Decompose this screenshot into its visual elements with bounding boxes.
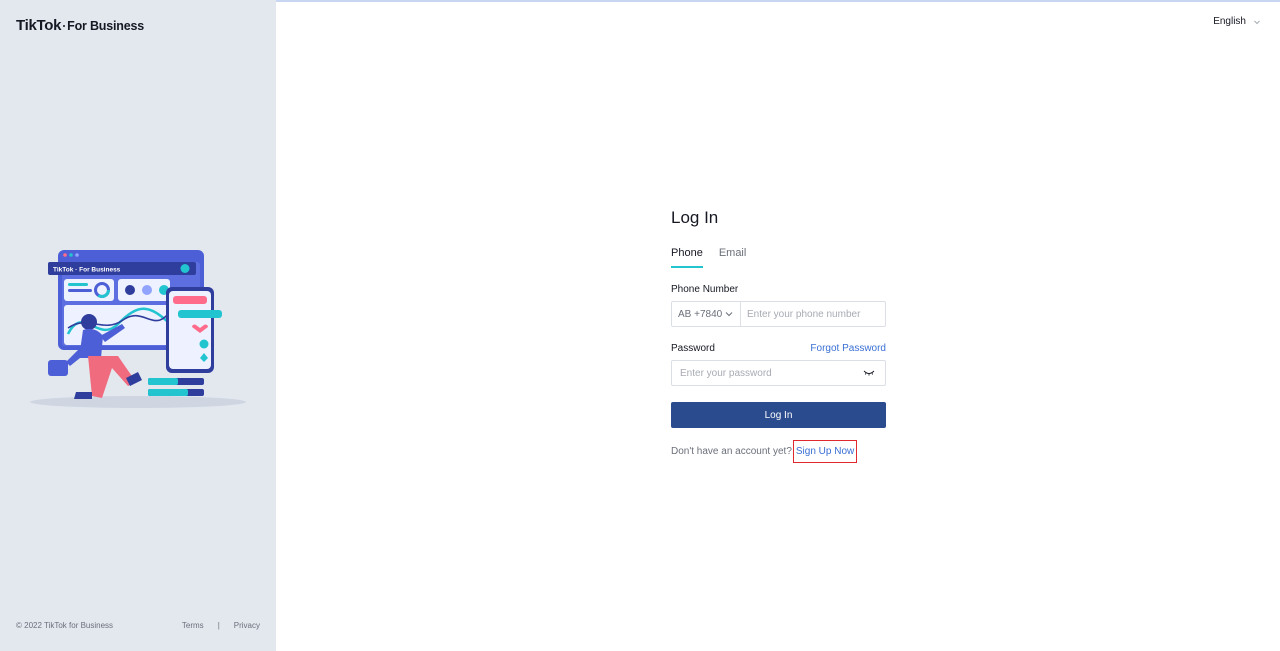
eye-closed-icon[interactable] xyxy=(859,369,879,377)
illustration-badge: TikTok · For Business xyxy=(53,267,121,274)
tab-phone[interactable]: Phone xyxy=(671,247,703,268)
privacy-link[interactable]: Privacy xyxy=(234,621,260,630)
login-button[interactable]: Log In xyxy=(671,402,886,428)
phone-number-label: Phone Number xyxy=(671,284,739,295)
tab-email[interactable]: Email xyxy=(719,247,747,268)
logo-dot xyxy=(63,24,66,27)
sign-up-link[interactable]: Sign Up Now xyxy=(792,440,858,463)
phone-label-row: Phone Number xyxy=(671,284,886,295)
logo-wordmark: TikTok xyxy=(16,17,62,34)
country-code-select[interactable]: AB +7840 xyxy=(672,302,741,326)
sidebar: TikTok For Business TikTok · For Busines… xyxy=(0,0,276,651)
phone-field: AB +7840 xyxy=(671,301,886,327)
login-method-tabs: Phone Email xyxy=(671,247,886,268)
forgot-password-link[interactable]: Forgot Password xyxy=(810,343,886,354)
language-label: English xyxy=(1213,16,1246,27)
chevron-down-icon xyxy=(725,312,733,317)
phone-number-input[interactable] xyxy=(741,302,885,326)
footer-separator: | xyxy=(217,621,220,630)
page-title: Log In xyxy=(671,208,719,227)
logo-subtitle: For Business xyxy=(67,18,144,33)
copyright-text: © 2022 TikTok for Business xyxy=(16,621,114,630)
password-label-row: Password Forgot Password xyxy=(671,343,886,354)
sidebar-footer: © 2022 TikTok for Business Terms | Priva… xyxy=(16,621,260,630)
password-label: Password xyxy=(671,343,715,354)
language-selector[interactable]: English xyxy=(1213,16,1262,27)
marketing-illustration: TikTok · For Business xyxy=(30,250,246,408)
signup-row: Don't have an account yet? Sign Up Now xyxy=(671,440,886,463)
password-input[interactable] xyxy=(672,361,859,385)
password-field xyxy=(671,360,886,386)
country-code-value: AB +7840 xyxy=(678,308,723,320)
no-account-text: Don't have an account yet? xyxy=(671,446,792,457)
terms-link[interactable]: Terms xyxy=(182,621,204,630)
chevron-down-icon xyxy=(1254,20,1260,24)
login-form: Log In Phone Email Phone Number AB +7840… xyxy=(671,208,886,463)
tiktok-for-business-logo[interactable]: TikTok For Business xyxy=(16,17,144,34)
